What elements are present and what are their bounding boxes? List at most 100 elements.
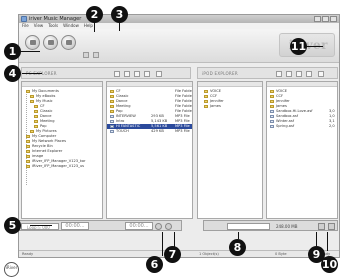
- callout-7: 7: [164, 246, 181, 263]
- capacity-gauge: [227, 223, 270, 230]
- folder-icon: [30, 130, 34, 133]
- view-toggle-icon[interactable]: [83, 52, 89, 58]
- audio-file-icon: [270, 120, 274, 123]
- audio-file-icon: [270, 115, 274, 118]
- app-icon: [21, 16, 27, 22]
- folder-icon: [270, 105, 274, 108]
- audio-file-icon: [270, 125, 274, 128]
- pc-explorer-bar: PC EXPLORER: [21, 67, 191, 79]
- audio-file-icon: [110, 115, 114, 118]
- status-objects: 1 Object(s): [199, 252, 219, 256]
- device-copy-icon[interactable]: [276, 71, 282, 77]
- callout-6: 6: [146, 256, 163, 273]
- copy-icon[interactable]: [114, 71, 120, 77]
- folder-icon: [26, 135, 30, 138]
- folder-icon: [270, 100, 274, 103]
- device-explorer-label: iPOD EXPLORER: [202, 71, 238, 76]
- maximize-button[interactable]: [322, 16, 329, 22]
- stop-button[interactable]: [165, 223, 172, 230]
- iriver-brand-mark: iRiver: [4, 262, 19, 277]
- tree-item[interactable]: iRiver_IFP_Manager_V123_us: [22, 164, 102, 169]
- capacity-text: 248.00 MB: [276, 224, 298, 229]
- rename-icon[interactable]: [144, 71, 150, 77]
- callout-10: 10: [321, 256, 338, 273]
- file-name: TOUCH: [116, 129, 129, 133]
- device-delete-icon[interactable]: [296, 71, 302, 77]
- time-display-2: 00:00...: [125, 222, 153, 230]
- file-list-header: [107, 82, 192, 87]
- folder-icon: [270, 90, 274, 93]
- folder-icon: [110, 105, 114, 108]
- pc-folder-tree[interactable]: My Documents My eBooks My Music CF Classic Da…: [21, 81, 103, 219]
- status-bytes: 0 Byte: [275, 252, 287, 256]
- iriver-logo: iriver: [279, 33, 335, 57]
- folder-icon: [110, 100, 114, 103]
- device-tree-label: James: [210, 104, 221, 108]
- folder-icon: [26, 155, 30, 158]
- callout-1: 1: [4, 43, 21, 60]
- device-file-header: [267, 82, 337, 87]
- title-bar: iriver Music Manager: [19, 15, 339, 23]
- new-folder-icon[interactable]: [124, 71, 130, 77]
- view-menu-icon[interactable]: [156, 71, 162, 77]
- minimize-button[interactable]: [314, 16, 321, 22]
- audio-file-icon: [110, 125, 114, 128]
- callout-2: 2: [86, 6, 103, 23]
- tree-item-label: iRiver_IFP_Manager_V123_us: [32, 164, 85, 168]
- folder-icon: [204, 90, 208, 93]
- folder-icon: [110, 110, 114, 113]
- folder-icon: [270, 95, 274, 98]
- status-left: Ready: [22, 252, 34, 256]
- device-tree-header: [198, 82, 262, 87]
- delete-icon[interactable]: [134, 71, 140, 77]
- player-mode-button[interactable]: [25, 35, 40, 50]
- file-type: MP3 File: [175, 129, 190, 133]
- folder-icon: [34, 110, 38, 113]
- file-size: 429 KB: [151, 129, 164, 133]
- folder-icon: [30, 95, 34, 98]
- play-button[interactable]: [155, 223, 162, 230]
- callout-11: 11: [290, 38, 307, 55]
- device-mode-button[interactable]: [61, 35, 76, 50]
- device-folder-tree[interactable]: VOICE CCF Jennifer James: [197, 81, 263, 219]
- eject-button[interactable]: [328, 223, 335, 230]
- folder-icon: [26, 140, 30, 143]
- folder-icon: [204, 100, 208, 103]
- device-rename-icon[interactable]: [306, 71, 312, 77]
- folder-icon: [26, 165, 30, 168]
- folder-icon: [30, 100, 34, 103]
- folder-icon: [34, 105, 38, 108]
- device-file-size: 2,0: [329, 124, 335, 128]
- time-display: 00:00...: [61, 222, 89, 230]
- callout-8: 8: [229, 239, 246, 256]
- folder-icon: [26, 160, 30, 163]
- folder-icon: [26, 145, 30, 148]
- close-button[interactable]: [330, 16, 337, 22]
- folder-icon: [110, 95, 114, 98]
- folder-icon: [26, 90, 30, 93]
- device-explorer-bar: iPOD EXPLORER: [197, 67, 338, 79]
- folder-icon: [34, 120, 38, 123]
- format-button[interactable]: [318, 223, 325, 230]
- folder-icon: [204, 105, 208, 108]
- library-mode-button[interactable]: [43, 35, 58, 50]
- device-view-menu-icon[interactable]: [318, 71, 324, 77]
- folder-icon: [34, 125, 38, 128]
- audio-file-icon: [110, 130, 114, 133]
- device-capacity-bar: 248.00 MB: [203, 220, 338, 231]
- folder-icon: [110, 90, 114, 93]
- device-file-row[interactable]: Spring.asf 2,0: [267, 124, 337, 129]
- callout-3: 3: [111, 6, 128, 23]
- device-new-folder-icon[interactable]: [286, 71, 292, 77]
- folder-icon: [204, 95, 208, 98]
- pc-file-list[interactable]: CF File Folder Classic File Folder Dance File…: [106, 81, 193, 219]
- audio-file-icon: [110, 120, 114, 123]
- tree-header: [22, 82, 102, 87]
- audio-file-icon: [270, 110, 274, 113]
- file-row[interactable]: TOUCH 429 KB MP3 File: [107, 129, 192, 134]
- folder-icon: [26, 150, 30, 153]
- device-tree-item[interactable]: James: [198, 104, 262, 109]
- device-file-list[interactable]: VOICE CCF Jennifer James Sandbox.Hi.Love.asf…: [266, 81, 338, 219]
- callout-4: 4: [4, 65, 21, 82]
- refresh-icon[interactable]: [93, 52, 99, 58]
